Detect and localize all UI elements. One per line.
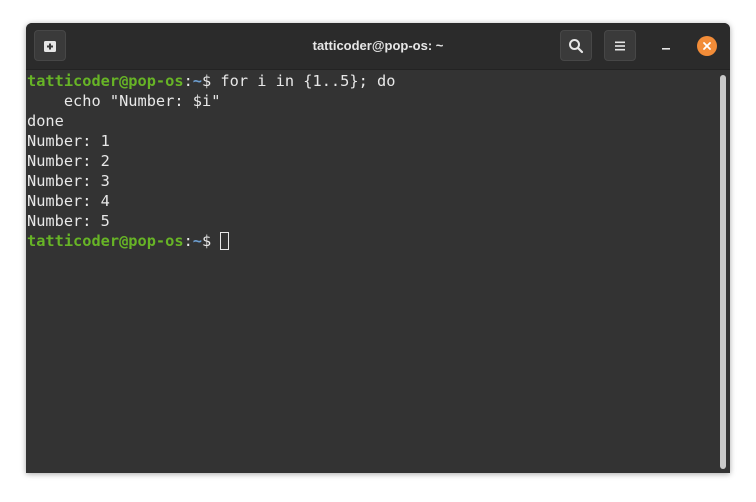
command-line-2: echo "Number: $i" bbox=[27, 92, 221, 110]
command-line-3: done bbox=[27, 112, 64, 130]
prompt-user: tatticoder@pop-os bbox=[27, 232, 184, 250]
minimize-icon bbox=[662, 48, 670, 50]
prompt-line: tatticoder@pop-os:~$ for i in {1..5}; do bbox=[27, 71, 718, 91]
prompt-path: ~ bbox=[192, 72, 202, 90]
menu-button[interactable] bbox=[604, 30, 636, 61]
new-tab-icon bbox=[44, 40, 56, 52]
prompt-user: tatticoder@pop-os bbox=[27, 72, 184, 90]
scrollbar[interactable] bbox=[720, 75, 726, 469]
command-text: for i in {1..5}; do bbox=[220, 72, 396, 90]
output-line: Number: 4 bbox=[27, 192, 110, 210]
hamburger-menu-icon bbox=[615, 41, 625, 50]
prompt-symbol: $ bbox=[202, 232, 221, 250]
prompt-separator: : bbox=[183, 232, 193, 250]
prompt-line-current: tatticoder@pop-os:~$ bbox=[27, 231, 718, 251]
search-icon bbox=[569, 38, 584, 53]
close-button[interactable] bbox=[697, 36, 717, 56]
minimize-button[interactable] bbox=[658, 38, 674, 54]
prompt-symbol: $ bbox=[202, 72, 221, 90]
output-line: Number: 2 bbox=[27, 152, 110, 170]
prompt-path: ~ bbox=[192, 232, 202, 250]
title-bar: tatticoder@pop-os: ~ bbox=[26, 23, 730, 70]
output-line: Number: 5 bbox=[27, 212, 110, 230]
terminal-output[interactable]: tatticoder@pop-os:~$ for i in {1..5}; do… bbox=[26, 70, 718, 473]
output-line: Number: 1 bbox=[27, 132, 110, 150]
prompt-separator: : bbox=[183, 72, 193, 90]
output-line: Number: 3 bbox=[27, 172, 110, 190]
search-button[interactable] bbox=[560, 30, 592, 61]
new-tab-button[interactable] bbox=[34, 30, 66, 61]
text-cursor bbox=[220, 232, 230, 250]
close-icon bbox=[703, 42, 711, 50]
terminal-window: tatticoder@pop-os: ~ tatticoder@pop-os:~… bbox=[26, 23, 730, 473]
